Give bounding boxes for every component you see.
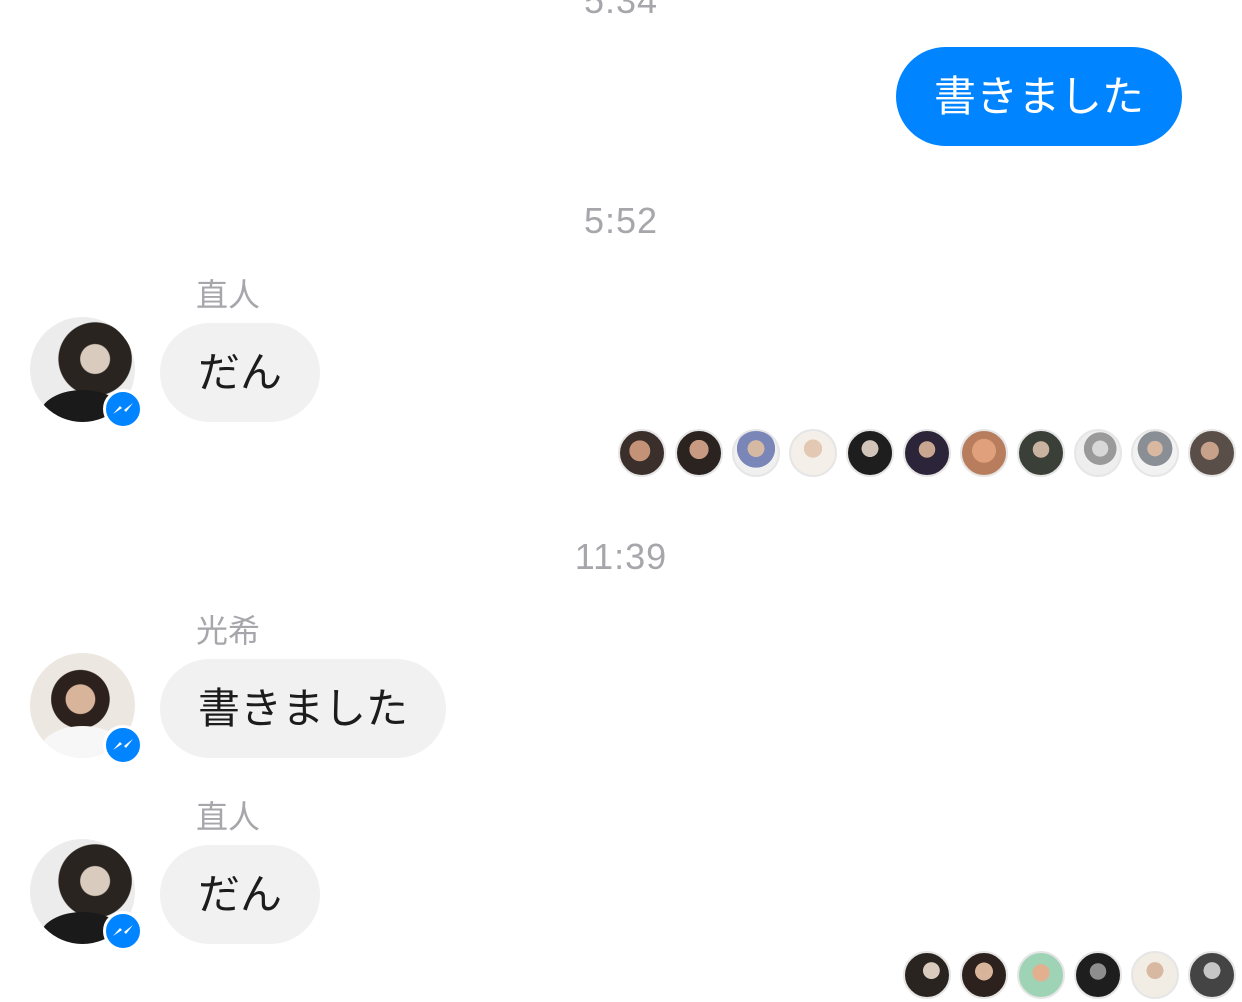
seen-by-avatar [1074,429,1122,477]
seen-by-avatar [960,951,1008,999]
seen-by-avatar [1131,429,1179,477]
sender-name: 光希 [196,612,261,650]
outgoing-message-bubble[interactable]: 書きました [895,47,1182,146]
messenger-bolt-icon [103,725,143,765]
seen-receipts [894,951,1236,999]
seen-by-avatar [1131,951,1179,999]
seen-by-avatar [789,429,837,477]
seen-by-avatar [1188,429,1236,477]
message-timestamp: 5:52 [583,200,659,241]
incoming-message-bubble[interactable]: だん [160,845,321,944]
seen-by-avatar [903,429,951,477]
incoming-message-bubble[interactable]: 書きました [160,659,447,758]
seen-by-avatar [846,429,894,477]
seen-by-avatar [1017,429,1065,477]
seen-by-avatar [1074,951,1122,999]
seen-by-avatar [903,951,951,999]
seen-by-avatar [1188,951,1236,999]
messenger-bolt-icon [103,911,143,951]
messenger-bolt-icon [103,389,143,429]
sender-name: 直人 [196,276,261,314]
seen-by-avatar [732,429,780,477]
seen-by-avatar [675,429,723,477]
seen-receipts [609,429,1236,477]
seen-by-avatar [960,429,1008,477]
sender-name: 直人 [196,798,261,836]
incoming-message-bubble[interactable]: だん [160,323,321,422]
message-timestamp: 11:39 [574,536,668,577]
seen-by-avatar [1017,951,1065,999]
message-timestamp: 5:34 [583,0,659,21]
seen-by-avatar [618,429,666,477]
